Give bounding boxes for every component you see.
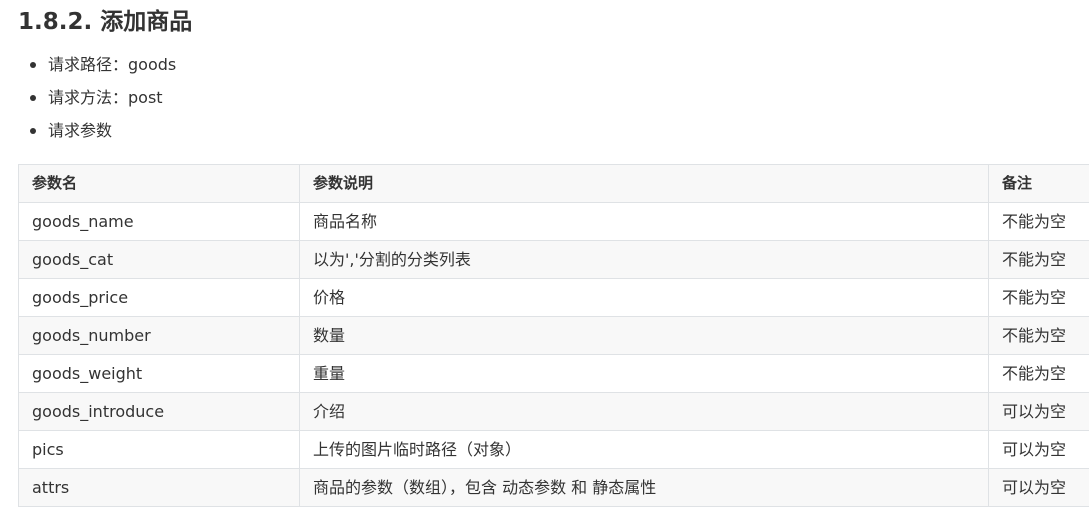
cell-param-desc: 价格: [299, 278, 989, 317]
cell-param-desc: 重量: [299, 354, 989, 393]
list-item-params: 请求参数: [30, 118, 176, 151]
cell-remark: 不能为空: [988, 202, 1089, 241]
cell-param-desc: 上传的图片临时路径（对象）: [299, 430, 989, 469]
table-row: goods_name 商品名称 不能为空: [18, 202, 1089, 241]
table-row: goods_introduce 介绍 可以为空: [18, 392, 1089, 431]
cell-remark: 不能为空: [988, 316, 1089, 355]
list-item-text: 请求方法：post: [48, 88, 163, 107]
cell-remark: 不能为空: [988, 240, 1089, 279]
bullet-dot-icon: [30, 128, 36, 134]
list-item-text: 请求参数: [48, 121, 113, 140]
list-item-text: 请求路径：goods: [48, 55, 177, 74]
cell-param-name: goods_cat: [18, 240, 300, 279]
cell-remark: 可以为空: [988, 468, 1089, 507]
list-item-method: 请求方法：post: [30, 85, 176, 118]
cell-param-desc: 数量: [299, 316, 989, 355]
header-param-name: 参数名: [18, 164, 300, 203]
table-row: goods_number 数量 不能为空: [18, 316, 1089, 355]
cell-param-desc: 介绍: [299, 392, 989, 431]
cell-param-name: goods_weight: [18, 354, 300, 393]
bullet-dot-icon: [30, 62, 36, 68]
doc-page: 1.8.2. 添加商品 请求路径：goods 请求方法：post 请求参数 参数…: [0, 0, 1089, 507]
section-heading: 1.8.2. 添加商品: [18, 9, 193, 35]
cell-param-desc: 以为','分割的分类列表: [299, 240, 989, 279]
cell-param-name: goods_introduce: [18, 392, 300, 431]
table-row: goods_price 价格 不能为空: [18, 278, 1089, 317]
bullet-dot-icon: [30, 95, 36, 101]
table-row: pics 上传的图片临时路径（对象） 可以为空: [18, 430, 1089, 469]
table-header-row: 参数名 参数说明 备注: [18, 164, 1089, 203]
cell-remark: 可以为空: [988, 430, 1089, 469]
cell-param-desc: 商品名称: [299, 202, 989, 241]
table-row: attrs 商品的参数（数组），包含 动态参数 和 静态属性 可以为空: [18, 468, 1089, 507]
table-row: goods_weight 重量 不能为空: [18, 354, 1089, 393]
cell-remark: 可以为空: [988, 392, 1089, 431]
cell-param-name: pics: [18, 430, 300, 469]
cell-param-desc: 商品的参数（数组），包含 动态参数 和 静态属性: [299, 468, 989, 507]
header-param-desc: 参数说明: [299, 164, 989, 203]
cell-param-name: goods_number: [18, 316, 300, 355]
header-remark: 备注: [988, 164, 1089, 203]
cell-param-name: goods_name: [18, 202, 300, 241]
list-item-path: 请求路径：goods: [30, 52, 176, 85]
table-row: goods_cat 以为','分割的分类列表 不能为空: [18, 240, 1089, 279]
cell-remark: 不能为空: [988, 278, 1089, 317]
params-table: 参数名 参数说明 备注 goods_name 商品名称 不能为空 goods_c…: [18, 164, 1089, 507]
cell-param-name: attrs: [18, 468, 300, 507]
request-info-list: 请求路径：goods 请求方法：post 请求参数: [30, 52, 176, 151]
cell-remark: 不能为空: [988, 354, 1089, 393]
cell-param-name: goods_price: [18, 278, 300, 317]
